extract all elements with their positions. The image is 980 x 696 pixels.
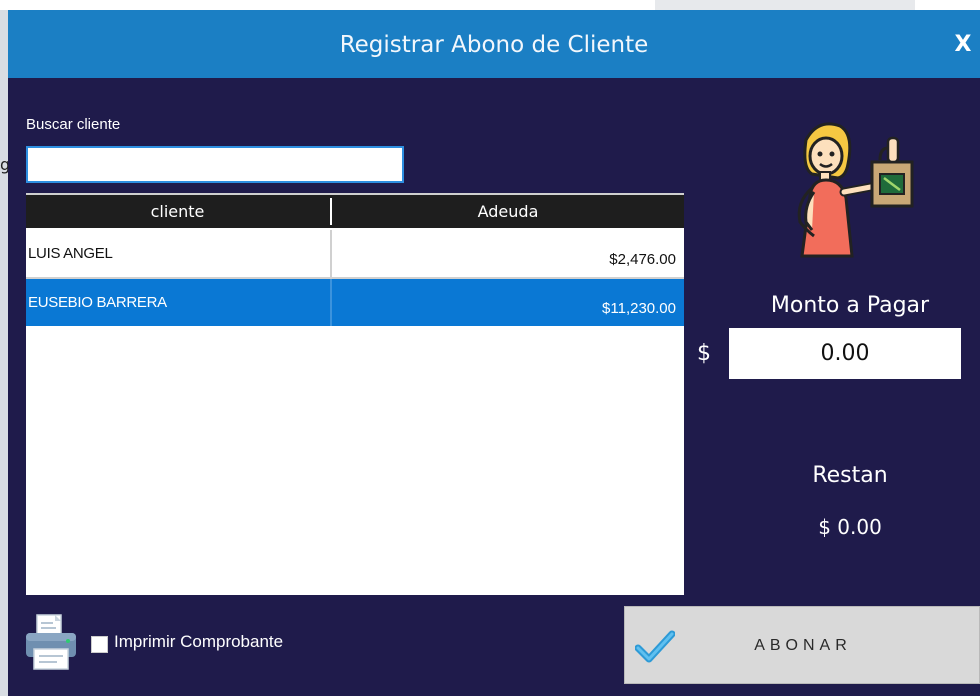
close-button[interactable]: X bbox=[946, 10, 980, 78]
print-receipt-label[interactable]: Imprimir Comprobante bbox=[114, 632, 283, 652]
print-receipt-checkbox[interactable] bbox=[91, 636, 108, 653]
remaining-label: Restan bbox=[812, 463, 888, 488]
table-row-selected[interactable]: EUSEBIO BARRERA $11,230.00 bbox=[26, 279, 684, 326]
currency-symbol: $ bbox=[697, 341, 711, 366]
cell-cliente: LUIS ANGEL bbox=[28, 245, 113, 262]
column-header-cliente[interactable]: cliente bbox=[26, 195, 329, 228]
shopping-woman-icon bbox=[797, 122, 914, 258]
amount-label: Monto a Pagar bbox=[770, 293, 930, 318]
background-glyph: g bbox=[0, 155, 8, 174]
table-row[interactable]: LUIS ANGEL $2,476.00 bbox=[26, 230, 684, 277]
cell-adeuda: $2,476.00 bbox=[609, 251, 676, 268]
payment-dialog: Registrar Abono de Cliente X Buscar clie… bbox=[8, 10, 980, 696]
cell-adeuda: $11,230.00 bbox=[602, 300, 676, 317]
dialog-title: Registrar Abono de Cliente bbox=[339, 32, 649, 58]
remaining-value: $ 0.00 bbox=[818, 515, 882, 539]
printer-icon bbox=[26, 614, 76, 670]
amount-input[interactable] bbox=[729, 328, 961, 379]
column-header-adeuda[interactable]: Adeuda bbox=[332, 195, 684, 228]
search-label: Buscar cliente bbox=[26, 116, 121, 133]
clients-table: cliente Adeuda LUIS ANGEL $2,476.00 EUSE… bbox=[26, 193, 684, 595]
abonar-button[interactable]: ABONAR bbox=[624, 606, 980, 684]
cell-cliente: EUSEBIO BARRERA bbox=[28, 294, 167, 311]
table-header: cliente Adeuda bbox=[26, 195, 684, 228]
search-client-input[interactable] bbox=[26, 146, 404, 183]
title-bar: Registrar Abono de Cliente X bbox=[8, 10, 980, 78]
abonar-button-label: ABONAR bbox=[754, 637, 852, 654]
